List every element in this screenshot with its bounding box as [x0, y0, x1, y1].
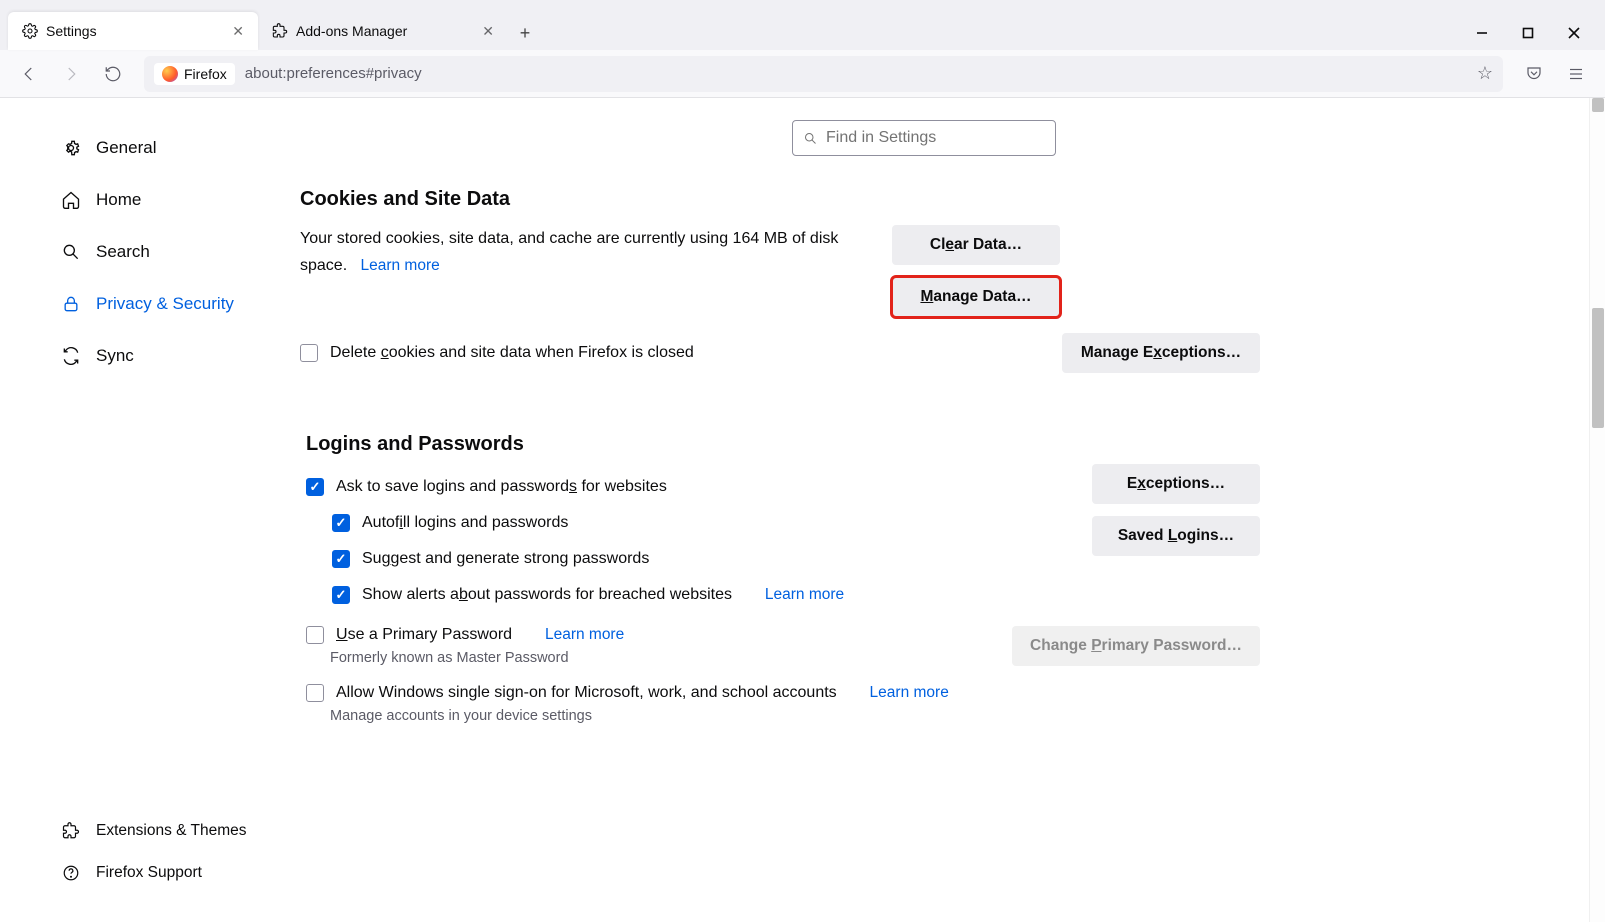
sidebar-item-label: Sync [96, 346, 134, 366]
window-controls [1459, 16, 1597, 50]
settings-search-input[interactable]: Find in Settings [792, 120, 1056, 156]
primary-password-checkbox[interactable] [306, 626, 324, 644]
windows-sso-checkbox[interactable] [306, 684, 324, 702]
sso-learn-more-link[interactable]: Learn more [870, 684, 949, 702]
bookmark-star-icon[interactable]: ☆ [1477, 63, 1493, 84]
windows-sso-label: Allow Windows single sign-on for Microso… [336, 684, 837, 702]
manage-data-button[interactable]: Manage Data… [892, 277, 1060, 317]
saved-logins-button[interactable]: Saved Logins… [1092, 516, 1260, 556]
settings-sidebar: General Home Search Privacy & Security S… [0, 98, 300, 922]
delete-cookies-checkbox[interactable] [300, 344, 318, 362]
content-area: General Home Search Privacy & Security S… [0, 98, 1605, 922]
sync-icon [60, 346, 82, 366]
help-icon [60, 864, 82, 882]
logins-exceptions-button[interactable]: Exceptions… [1092, 464, 1260, 504]
new-tab-button[interactable]: + [508, 16, 542, 50]
close-window-button[interactable] [1551, 16, 1597, 50]
primary-password-label: Use a Primary Password [336, 626, 512, 644]
lock-icon [60, 294, 82, 314]
cookies-learn-more-link[interactable]: Learn more [360, 257, 439, 274]
tab-settings[interactable]: Settings ✕ [8, 12, 258, 50]
primary-password-hint: Formerly known as Master Password [330, 650, 992, 666]
close-icon[interactable]: ✕ [232, 23, 244, 40]
maximize-button[interactable] [1505, 16, 1551, 50]
scrollbar-thumb[interactable] [1592, 308, 1604, 428]
sidebar-item-label: Home [96, 190, 141, 210]
ask-save-logins-checkbox[interactable] [306, 478, 324, 496]
sidebar-item-sync[interactable]: Sync [52, 330, 290, 382]
sidebar-item-label: Search [96, 242, 150, 262]
minimize-button[interactable] [1459, 16, 1505, 50]
sidebar-item-label: Extensions & Themes [96, 822, 246, 840]
home-icon [60, 190, 82, 210]
url-text: about:preferences#privacy [245, 65, 422, 82]
primary-learn-more-link[interactable]: Learn more [545, 626, 624, 644]
forward-button[interactable] [54, 57, 88, 91]
tab-addons[interactable]: Add-ons Manager ✕ [258, 12, 508, 50]
puzzle-icon [272, 23, 288, 39]
vertical-scrollbar[interactable] [1589, 98, 1605, 922]
autofill-label: Autofill logins and passwords [362, 514, 568, 532]
close-icon[interactable]: ✕ [482, 23, 494, 40]
sidebar-item-label: General [96, 138, 156, 158]
sidebar-item-label: Firefox Support [96, 864, 202, 882]
section-title-logins: Logins and Passwords [306, 433, 1260, 456]
suggest-passwords-checkbox[interactable] [332, 550, 350, 568]
identity-badge[interactable]: Firefox [154, 63, 235, 85]
breach-alerts-checkbox[interactable] [332, 586, 350, 604]
firefox-icon [162, 66, 178, 82]
ask-save-logins-label: Ask to save logins and passwords for web… [336, 478, 667, 496]
app-menu-button[interactable] [1559, 57, 1593, 91]
windows-sso-hint: Manage accounts in your device settings [330, 708, 1260, 724]
nav-toolbar: Firefox about:preferences#privacy ☆ [0, 50, 1605, 98]
sidebar-item-label: Privacy & Security [96, 294, 234, 314]
search-icon [60, 242, 82, 262]
section-title-cookies: Cookies and Site Data [300, 188, 1260, 211]
puzzle-icon [60, 822, 82, 840]
gear-icon [22, 23, 38, 39]
suggest-passwords-label: Suggest and generate strong passwords [362, 550, 649, 568]
breach-learn-more-link[interactable]: Learn more [765, 586, 844, 604]
pocket-button[interactable] [1517, 57, 1551, 91]
sidebar-item-extensions[interactable]: Extensions & Themes [52, 810, 290, 852]
back-button[interactable] [12, 57, 46, 91]
reload-button[interactable] [96, 57, 130, 91]
url-bar[interactable]: Firefox about:preferences#privacy ☆ [144, 56, 1503, 92]
sidebar-item-home[interactable]: Home [52, 174, 290, 226]
breach-alerts-label: Show alerts about passwords for breached… [362, 586, 732, 604]
tab-label: Add-ons Manager [296, 23, 407, 39]
manage-exceptions-button[interactable]: Manage Exceptions… [1062, 333, 1260, 373]
change-primary-password-button[interactable]: Change Primary Password… [1012, 626, 1260, 666]
tab-strip: Settings ✕ Add-ons Manager ✕ + [0, 0, 1605, 50]
autofill-checkbox[interactable] [332, 514, 350, 532]
sidebar-item-privacy[interactable]: Privacy & Security [52, 278, 290, 330]
identity-label: Firefox [184, 66, 227, 82]
sidebar-item-support[interactable]: Firefox Support [52, 852, 290, 894]
sidebar-item-general[interactable]: General [52, 122, 290, 174]
cookies-description: Your stored cookies, site data, and cach… [300, 225, 840, 280]
search-placeholder: Find in Settings [826, 129, 936, 147]
delete-cookies-label: Delete cookies and site data when Firefo… [330, 344, 694, 362]
settings-main-panel: Find in Settings Cookies and Site Data Y… [300, 98, 1300, 922]
clear-data-button[interactable]: Clear Data… [892, 225, 1060, 265]
gear-icon [60, 138, 82, 158]
scrollbar-thumb[interactable] [1592, 98, 1604, 112]
sidebar-item-search[interactable]: Search [52, 226, 290, 278]
tab-label: Settings [46, 23, 97, 39]
